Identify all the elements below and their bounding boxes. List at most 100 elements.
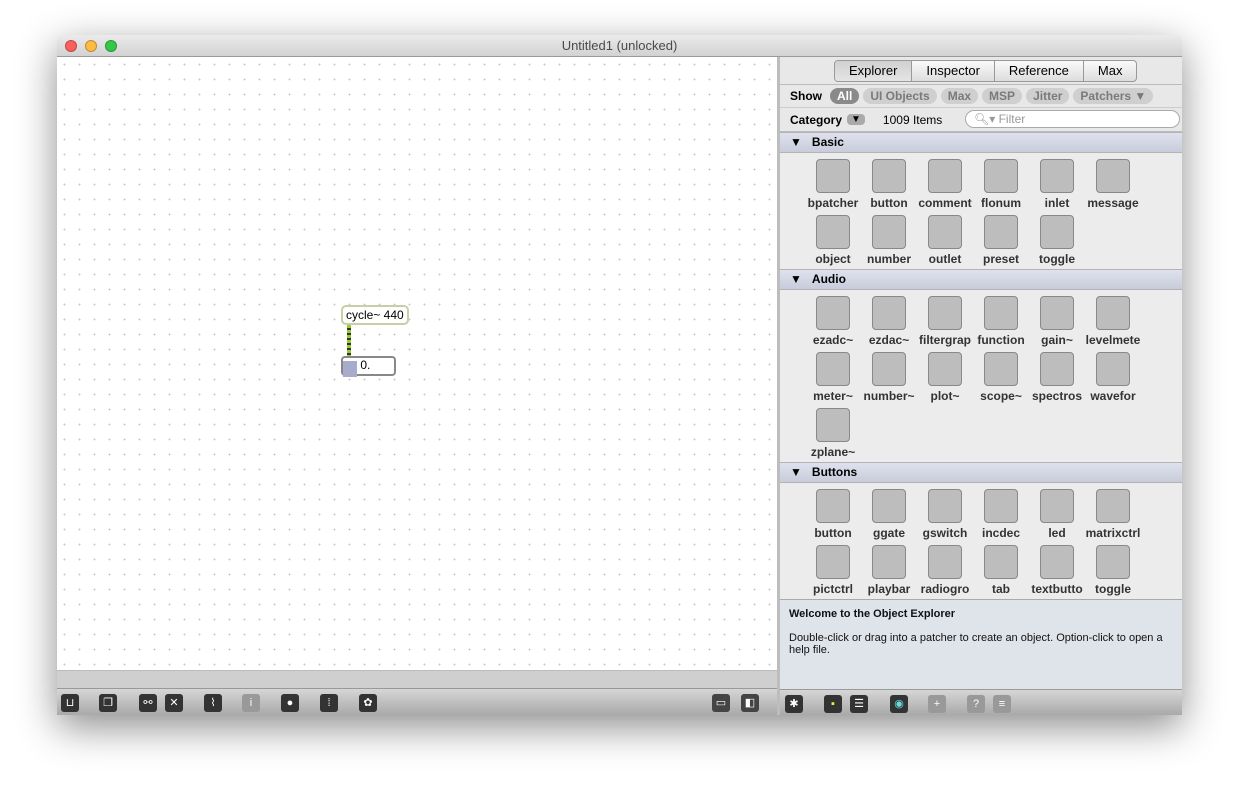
tab-max[interactable]: Max [1084,61,1137,81]
object-item[interactable]: number~ [861,350,917,406]
object-icon [816,159,850,193]
filter-msp[interactable]: MSP [982,88,1023,104]
object-item[interactable]: button [805,487,861,543]
object-item[interactable]: scope~ [973,350,1029,406]
object-item[interactable]: toggle [1085,543,1141,599]
menu-icon[interactable]: ≡ [993,695,1011,713]
object-icon [816,489,850,523]
object-item[interactable]: plot~ [917,350,973,406]
object-item[interactable]: zplane~ [805,406,861,462]
object-item[interactable]: wavefor [1085,350,1141,406]
zoom-button[interactable] [105,40,117,52]
object-item[interactable]: gswitch [917,487,973,543]
object-item[interactable]: number [861,213,917,269]
object-item[interactable]: meter~ [805,350,861,406]
object-item[interactable]: playbar [861,543,917,599]
object-item[interactable]: led [1029,487,1085,543]
object-item[interactable]: levelmete [1085,294,1141,350]
cycle-object[interactable]: cycle~ 440 [341,305,409,325]
object-item[interactable]: ezadc~ [805,294,861,350]
tab-inspector[interactable]: Inspector [912,61,995,81]
object-item[interactable]: spectros [1029,350,1085,406]
object-item[interactable]: button [861,157,917,213]
close-button[interactable] [65,40,77,52]
section-header-buttons[interactable]: ▼ Buttons [780,462,1182,483]
object-icon [872,489,906,523]
object-item[interactable]: flonum [973,157,1029,213]
object-label: comment [918,196,972,210]
gear-icon[interactable]: ✱ [785,695,803,713]
object-item[interactable]: function [973,294,1029,350]
object-item[interactable]: tab [973,543,1029,599]
object-label: pictctrl [812,582,853,596]
filter-jitter[interactable]: Jitter [1026,88,1070,104]
show-label: Show [790,89,822,103]
filter-max[interactable]: Max [940,88,979,104]
minimize-button[interactable] [85,40,97,52]
object-label: matrixctrl [1085,526,1141,540]
object-item[interactable]: message [1085,157,1141,213]
category-row: Category ▼ 1009 Items 🔍︎▾ Filter [780,108,1182,132]
object-item[interactable]: gain~ [1029,294,1085,350]
object-label: ezdac~ [868,333,910,347]
object-label: bpatcher [807,196,859,210]
list-view-icon[interactable]: ☰ [850,695,868,713]
object-label: ezadc~ [812,333,854,347]
help-icon[interactable]: ? [967,695,985,713]
palette-icon[interactable]: ✿ [359,694,377,712]
object-item[interactable]: ggate [861,487,917,543]
binoculars-icon[interactable]: ⚯ [139,694,157,712]
debug-icon[interactable]: ⌇ [204,694,222,712]
object-list[interactable]: ▼ Basic bpatcher button comment flonum inlet m… [780,132,1182,599]
icon-view-icon[interactable]: ▪ [824,695,842,713]
object-item[interactable]: outlet [917,213,973,269]
number-value: 0. [360,358,371,372]
grid-icon[interactable]: ⁞ [320,694,338,712]
section-title: Buttons [811,465,858,479]
connection-icon[interactable]: ● [281,694,299,712]
object-icon [984,215,1018,249]
patch-cord[interactable] [347,325,351,357]
split-vertical-icon[interactable]: ◧ [741,694,759,712]
object-item[interactable]: incdec [973,487,1029,543]
object-item[interactable]: filtergrap [917,294,973,350]
object-item[interactable]: pictctrl [805,543,861,599]
object-item[interactable]: inlet [1029,157,1085,213]
tab-explorer[interactable]: Explorer [835,61,913,81]
object-item[interactable]: radiogro [917,543,973,599]
number-tilde-box[interactable]: ~ 0. [341,356,396,377]
add-icon[interactable]: + [928,695,946,713]
object-item[interactable]: preset [973,213,1029,269]
object-item[interactable]: comment [917,157,973,213]
filter-all[interactable]: All [830,88,860,104]
object-icon [816,215,850,249]
object-icon [816,408,850,442]
object-label: scope~ [980,389,1022,403]
object-item[interactable]: textbutto [1029,543,1085,599]
object-item[interactable]: toggle [1029,213,1085,269]
object-icon [1096,489,1130,523]
object-item[interactable]: bpatcher [805,157,861,213]
object-item[interactable]: matrixctrl [1085,487,1141,543]
filter-patchers[interactable]: Patchers ▼ [1073,88,1154,104]
object-icon [872,159,906,193]
clear-icon[interactable]: ✕ [165,694,183,712]
object-icon [872,352,906,386]
filter-ui-objects[interactable]: UI Objects [863,88,937,104]
filter-input[interactable]: 🔍︎▾ Filter [965,110,1180,128]
object-label: toggle [1039,252,1075,266]
presentation-icon[interactable]: ❐ [99,694,117,712]
object-item[interactable]: object [805,213,861,269]
section-header-basic[interactable]: ▼ Basic [780,132,1182,153]
sidebar-tabs: Explorer Inspector Reference Max [834,60,1138,82]
info-icon[interactable]: i [242,694,260,712]
eye-icon[interactable]: ◉ [890,695,908,713]
split-horizontal-icon[interactable]: ▭ [712,694,730,712]
patcher-canvas[interactable]: cycle~ 440 ~ 0. [57,57,777,670]
lock-icon[interactable]: ⊔ [61,694,79,712]
object-item[interactable]: ezdac~ [861,294,917,350]
tab-reference[interactable]: Reference [995,61,1084,81]
section-header-audio[interactable]: ▼ Audio [780,269,1182,290]
object-label: levelmete [1085,333,1141,347]
category-dropdown[interactable]: ▼ [847,114,865,125]
